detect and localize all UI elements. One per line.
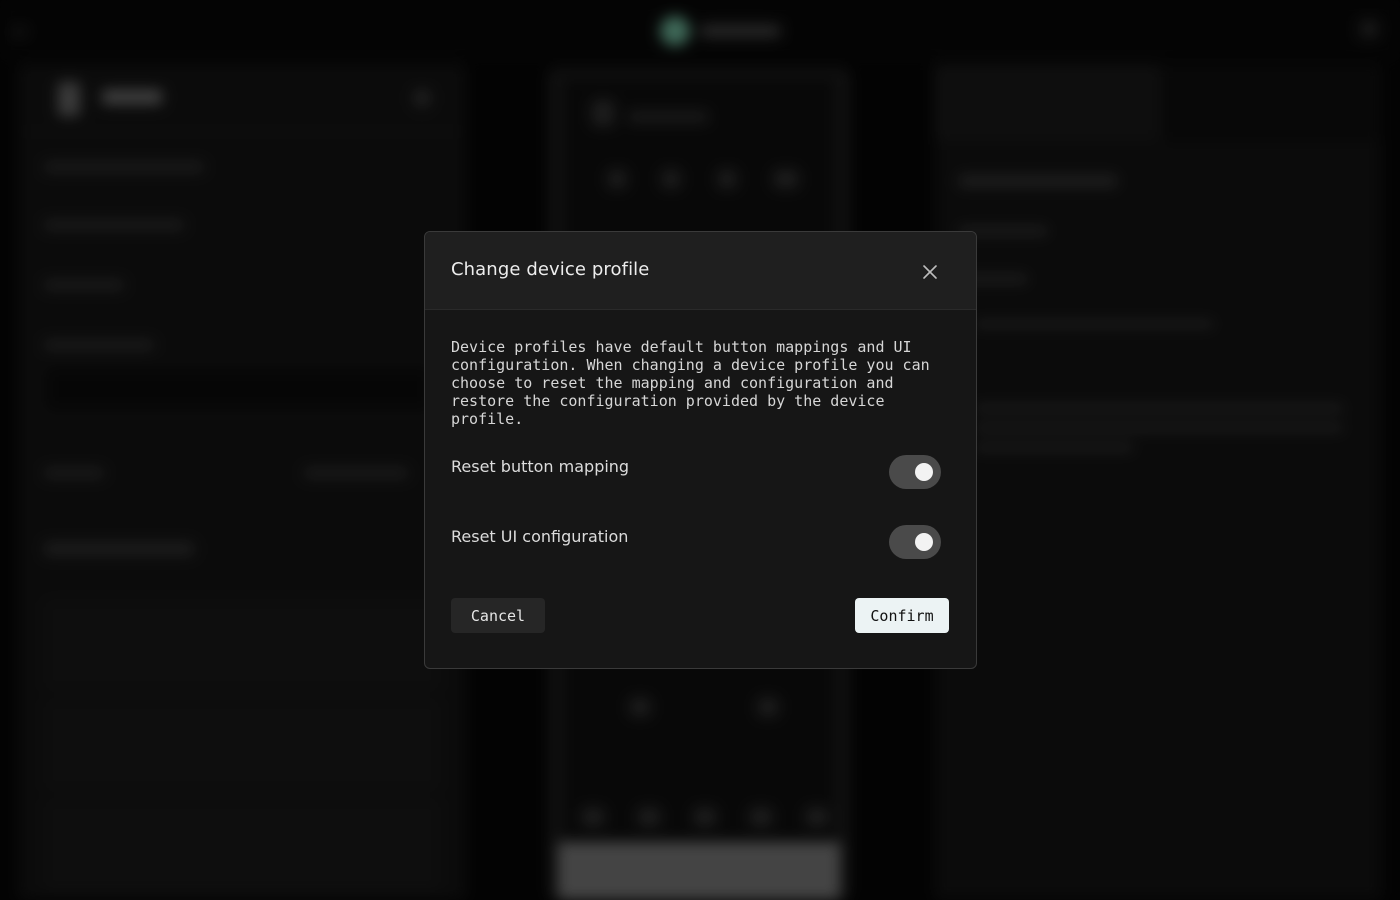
dialog-header: Change device profile [425, 232, 976, 310]
reset-ui-configuration-row: Reset UI configuration [451, 525, 943, 563]
toggle-knob [915, 463, 933, 481]
reset-ui-configuration-toggle[interactable] [889, 525, 941, 559]
reset-button-mapping-row: Reset button mapping [451, 455, 943, 493]
confirm-button[interactable]: Confirm [855, 598, 949, 633]
reset-button-mapping-toggle[interactable] [889, 455, 941, 489]
close-icon [923, 265, 937, 279]
cancel-button[interactable]: Cancel [451, 598, 545, 633]
reset-button-mapping-label: Reset button mapping [451, 457, 630, 476]
change-device-profile-dialog: Change device profile Device profiles ha… [424, 231, 977, 669]
reset-ui-configuration-label: Reset UI configuration [451, 527, 629, 546]
dialog-title: Change device profile [451, 259, 650, 280]
toggle-knob [915, 533, 933, 551]
dialog-description: Device profiles have default button mapp… [451, 338, 930, 428]
close-button[interactable] [919, 261, 941, 283]
